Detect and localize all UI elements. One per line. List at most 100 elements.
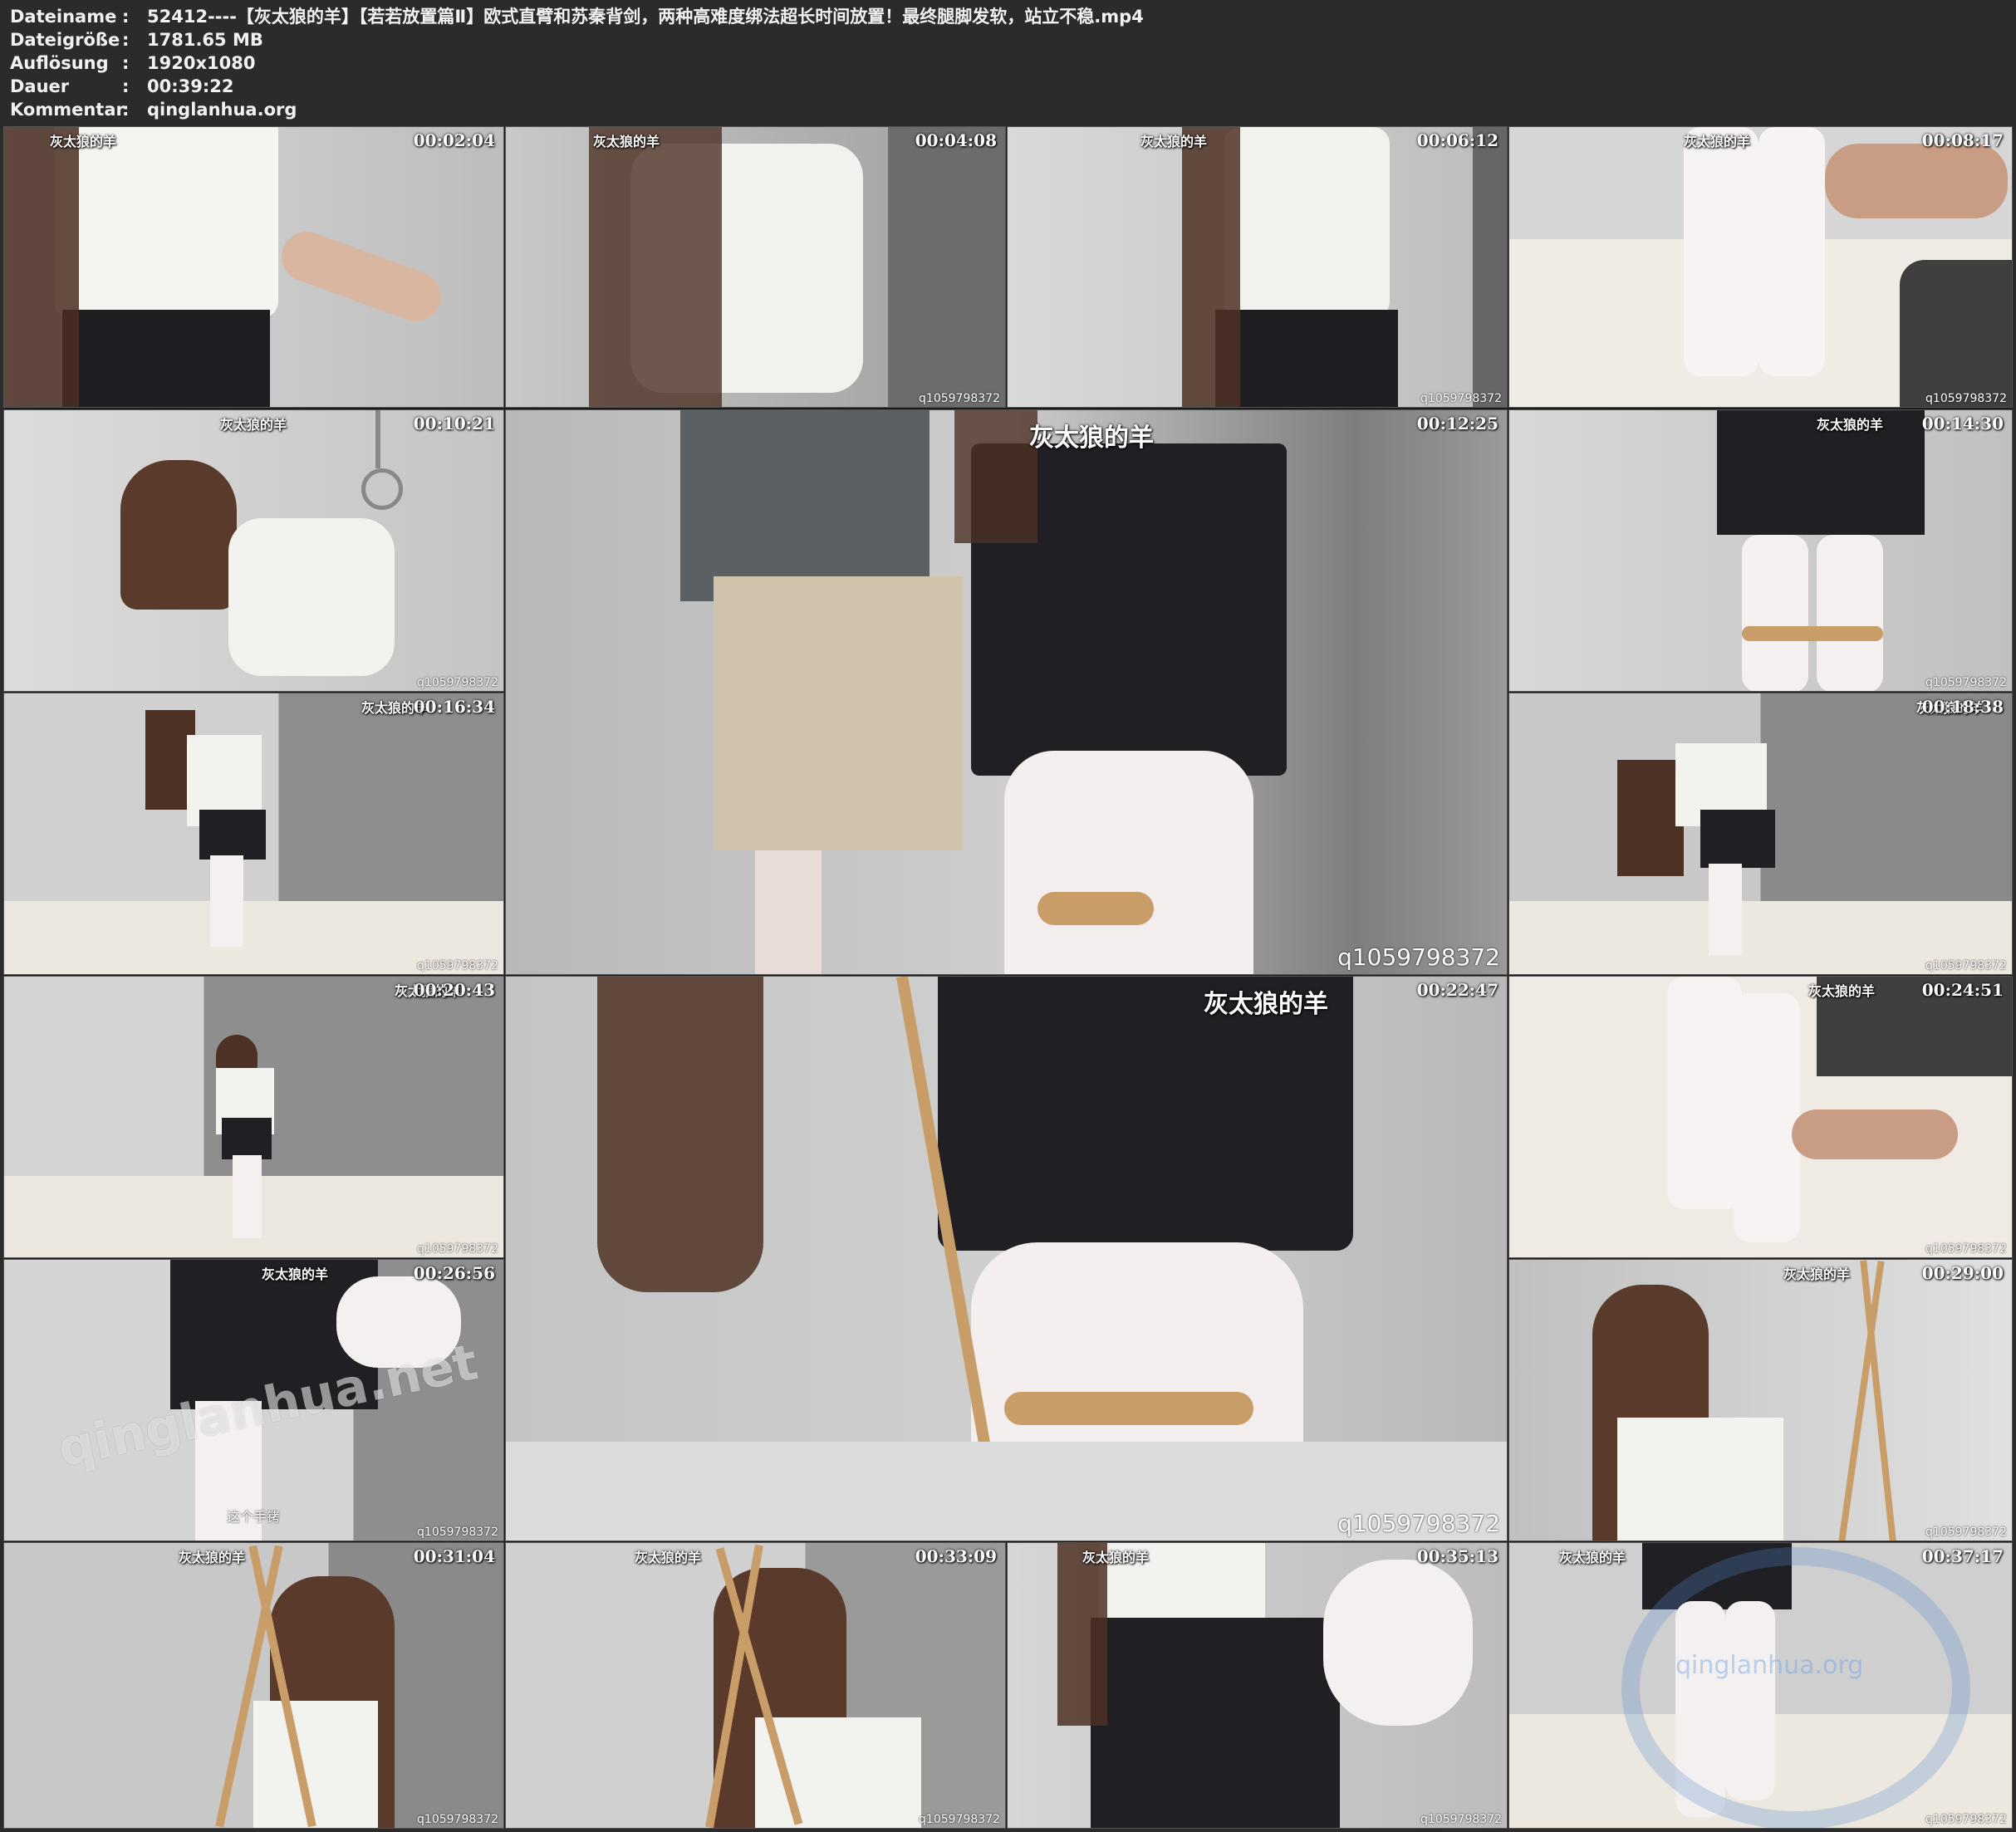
- thumbnail-image: [506, 127, 1005, 407]
- timestamp: 00:22:47: [1416, 980, 1499, 1000]
- channel-logo: 灰太狼的羊: [1029, 424, 1154, 453]
- thumbnail[interactable]: 灰太狼的羊 00:24:51 q1059798372: [1508, 976, 2013, 1258]
- thumbnail-watermark: q1059798372: [1925, 392, 2007, 405]
- channel-logo: 灰太狼的羊: [1817, 417, 1884, 433]
- channel-logo: 灰太狼的羊: [50, 134, 117, 149]
- comment-row: Kommentar: qinglanhua.org: [10, 98, 297, 121]
- thumbnail-watermark: q1059798372: [1337, 1510, 1500, 1537]
- size-row: Dateigröße:1781.65 MB: [10, 28, 263, 51]
- thumbnail-grid: 灰太狼的羊 00:02:04 灰太狼的羊 00:04:08 q105979837…: [3, 126, 2013, 1829]
- thumbnail[interactable]: 灰太狼的羊 00:10:21 q1059798372: [3, 409, 504, 692]
- thumbnail-image: [506, 977, 1507, 1541]
- filename-row: Dateiname:52412----【灰太狼的羊】【若若放置篇Ⅱ】欧式直臂和苏…: [10, 5, 1144, 28]
- thumbnail[interactable]: 灰太狼的羊 00:20:43 q1059798372: [3, 976, 504, 1258]
- timestamp: 00:02:04: [413, 130, 495, 150]
- colon: :: [122, 76, 130, 96]
- timestamp: 00:24:51: [1921, 980, 2004, 1000]
- channel-logo: 灰太狼的羊: [1808, 983, 1876, 999]
- timestamp: 00:14:30: [1921, 414, 2004, 434]
- channel-logo: 灰太狼的羊: [262, 1266, 329, 1282]
- thumbnail[interactable]: 灰太狼的羊 00:14:30 q1059798372: [1508, 409, 2013, 692]
- resolution-row: Auflösung:1920x1080: [10, 51, 255, 75]
- thumbnail-watermark: q1059798372: [1420, 1813, 1502, 1826]
- filename-label: Dateiname: [10, 7, 117, 27]
- size-label: Dateigröße: [10, 30, 120, 50]
- thumbnail[interactable]: 灰太狼的羊 00:16:34 q1059798372: [3, 693, 504, 975]
- timestamp: 00:08:17: [1921, 130, 2004, 150]
- thumbnail-watermark: q1059798372: [417, 1526, 498, 1539]
- timestamp: 00:31:04: [413, 1546, 495, 1566]
- duration-label: Dauer: [10, 76, 70, 96]
- thumbnail-watermark: q1059798372: [1420, 392, 1502, 405]
- thumbnail-watermark: q1059798372: [1925, 676, 2007, 689]
- circle-watermark-text: qinglanhua.org: [1675, 1651, 1864, 1680]
- thumbnail-watermark: q1059798372: [1925, 1242, 2007, 1256]
- timestamp: 00:37:17: [1921, 1546, 2004, 1566]
- resolution-label: Auflösung: [10, 53, 109, 73]
- thumbnail[interactable]: 灰太狼的羊 00:22:47 q1059798372: [505, 976, 1508, 1541]
- thumbnail-image: [506, 410, 1507, 974]
- channel-logo: 灰太狼的羊: [593, 134, 660, 149]
- duration-value: 00:39:22: [147, 76, 234, 96]
- comment-value: qinglanhua.org: [147, 100, 297, 120]
- channel-logo: 灰太狼的羊: [1140, 134, 1208, 149]
- duration-row: Dauer:00:39:22: [10, 75, 233, 98]
- thumbnail-image: [1008, 1543, 1507, 1828]
- colon: :: [122, 53, 130, 73]
- thumbnail-image: [1509, 1260, 2012, 1541]
- timestamp: 00:20:43: [413, 980, 495, 1000]
- thumbnail-image: [1509, 977, 2012, 1257]
- thumbnail-watermark: q1059798372: [919, 1813, 1000, 1826]
- channel-logo: 灰太狼的羊: [1204, 990, 1328, 1019]
- thumbnail-watermark: q1059798372: [1925, 1526, 2007, 1539]
- thumbnail-image: [4, 1543, 503, 1828]
- thumbnail-watermark: q1059798372: [1337, 943, 1500, 971]
- channel-logo: 灰太狼的羊: [1082, 1550, 1150, 1565]
- circle-watermark-icon: [1621, 1547, 1970, 1828]
- thumbnail-image: [4, 977, 503, 1257]
- subtitle-caption: 这个手铐: [227, 1509, 281, 1525]
- thumbnail-watermark: q1059798372: [417, 959, 498, 972]
- thumbnail-watermark: q1059798372: [1925, 1813, 2007, 1826]
- thumbnail-image: [1509, 693, 2012, 974]
- colon: :: [122, 7, 130, 27]
- thumbnail[interactable]: 灰太狼的羊 00:35:13 q1059798372: [1007, 1542, 1508, 1829]
- thumbnail-watermark: q1059798372: [919, 392, 1000, 405]
- channel-logo: 灰太狼的羊: [1684, 134, 1751, 149]
- file-info-header: Dateiname:52412----【灰太狼的羊】【若若放置篇Ⅱ】欧式直臂和苏…: [0, 0, 2016, 125]
- timestamp: 00:06:12: [1416, 130, 1499, 150]
- thumbnail-image: [1509, 127, 2012, 407]
- thumbnail[interactable]: 灰太狼的羊 00:33:09 q1059798372: [505, 1542, 1006, 1829]
- resolution-value: 1920x1080: [147, 53, 256, 73]
- thumbnail[interactable]: 灰太狼的羊 00:08:17 q1059798372: [1508, 126, 2013, 408]
- comment-label: Kommentar: [10, 100, 125, 120]
- channel-logo: 灰太狼的羊: [1559, 1550, 1626, 1565]
- timestamp: 00:33:09: [915, 1546, 997, 1566]
- timestamp: 00:18:38: [1921, 697, 2004, 717]
- colon: :: [122, 30, 130, 50]
- timestamp: 00:04:08: [915, 130, 997, 150]
- channel-logo: 灰太狼的羊: [220, 417, 287, 433]
- filename-value: 52412----【灰太狼的羊】【若若放置篇Ⅱ】欧式直臂和苏秦背剑，两种高难度绑…: [147, 7, 1144, 27]
- thumbnail-watermark: q1059798372: [417, 1813, 498, 1826]
- channel-logo: 灰太狼的羊: [635, 1550, 702, 1565]
- thumbnail-watermark: q1059798372: [1925, 959, 2007, 972]
- thumbnail[interactable]: 灰太狼的羊 00:31:04 q1059798372: [3, 1542, 504, 1829]
- thumbnail-image: [506, 1543, 1005, 1828]
- thumbnail-watermark: q1059798372: [417, 1242, 498, 1256]
- thumbnail[interactable]: 灰太狼的羊 00:02:04: [3, 126, 504, 408]
- thumbnail-image: [4, 693, 503, 974]
- thumbnail-watermark: q1059798372: [417, 676, 498, 689]
- thumbnail-image: [1509, 410, 2012, 691]
- thumbnail[interactable]: 灰太狼的羊 00:04:08 q1059798372: [505, 126, 1006, 408]
- thumbnail-image: [1008, 127, 1507, 407]
- timestamp: 00:16:34: [413, 697, 495, 717]
- thumbnail[interactable]: 灰太狼的羊 00:18:38 q1059798372: [1508, 693, 2013, 975]
- timestamp: 00:10:21: [413, 414, 495, 434]
- timestamp: 00:26:56: [413, 1263, 495, 1283]
- thumbnail[interactable]: 灰太狼的羊 00:06:12 q1059798372: [1007, 126, 1508, 408]
- thumbnail-image: [4, 410, 503, 691]
- thumbnail[interactable]: 灰太狼的羊 00:29:00 q1059798372: [1508, 1259, 2013, 1541]
- thumbnail[interactable]: 灰太狼的羊 00:12:25 q1059798372: [505, 409, 1508, 975]
- thumbnail[interactable]: 灰太狼的羊 00:37:17 qinglanhua.org q105979837…: [1508, 1542, 2013, 1829]
